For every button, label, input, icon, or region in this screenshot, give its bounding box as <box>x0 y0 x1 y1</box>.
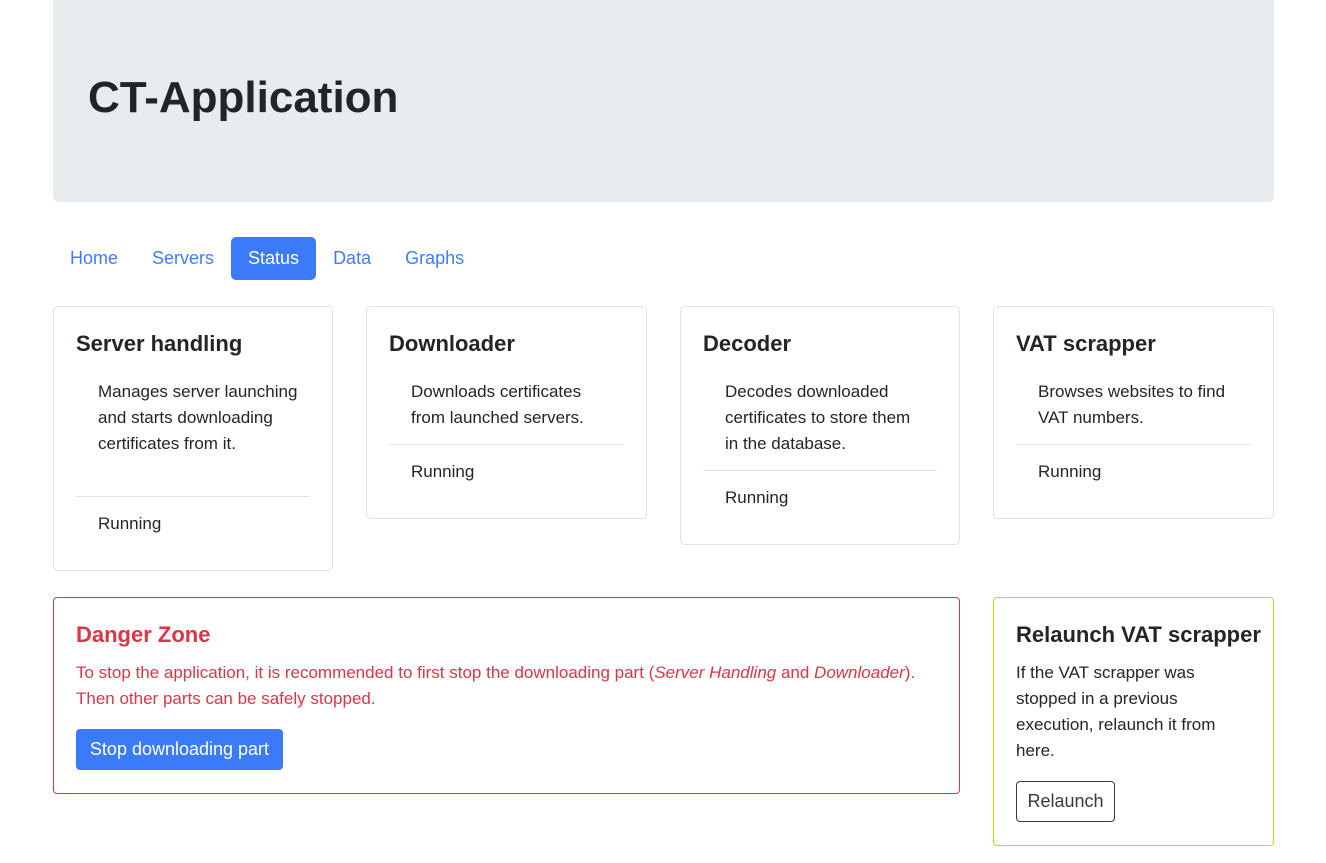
stop-downloading-button[interactable]: Stop downloading part <box>76 729 283 770</box>
relaunch-card: Relaunch VAT scrapper If the VAT scrappe… <box>993 597 1274 846</box>
danger-em-downloader: Downloader <box>814 663 905 682</box>
danger-zone-text: To stop the application, it is recommend… <box>76 660 936 712</box>
nav-graphs[interactable]: Graphs <box>388 237 481 280</box>
relaunch-text: If the VAT scrapper was stopped in a pre… <box>1016 663 1216 760</box>
nav-servers[interactable]: Servers <box>135 237 231 280</box>
card-description: Browses websites to find VAT numbers. <box>1038 382 1226 427</box>
danger-zone-title: Danger Zone <box>76 622 211 647</box>
card-decoder: Decoder Decodes downloaded certificates … <box>680 306 960 545</box>
card-title: Server handling <box>76 331 243 356</box>
card-vat-scrapper: VAT scrapper Browses websites to find VA… <box>993 306 1274 519</box>
danger-text-before: To stop the application, it is recommend… <box>76 663 655 682</box>
card-divider <box>389 444 624 445</box>
card-divider <box>76 496 310 497</box>
card-title: Downloader <box>389 331 515 356</box>
card-title: Decoder <box>703 331 792 356</box>
card-downloader: Downloader Downloads certificates from l… <box>366 306 647 519</box>
danger-zone-card: Danger Zone To stop the application, it … <box>53 597 960 794</box>
card-status: Running <box>725 488 789 507</box>
card-status: Running <box>1038 462 1102 481</box>
card-server-handling: Server handling Manages server launching… <box>53 306 333 571</box>
relaunch-title: Relaunch VAT scrapper <box>1016 622 1261 647</box>
card-title: VAT scrapper <box>1016 331 1156 356</box>
card-description: Downloads certificates from launched ser… <box>411 382 584 427</box>
card-divider <box>1016 444 1251 445</box>
card-divider <box>703 470 937 471</box>
relaunch-button[interactable]: Relaunch <box>1016 781 1115 822</box>
nav-status[interactable]: Status <box>231 237 317 280</box>
header-jumbotron: CT-Application <box>53 0 1274 202</box>
danger-em-server-handling: Server Handling <box>654 663 777 682</box>
card-status: Running <box>411 462 475 481</box>
card-description: Decodes downloaded certificates to store… <box>725 382 911 453</box>
nav-data[interactable]: Data <box>316 237 388 280</box>
card-status: Running <box>98 514 162 533</box>
main-nav: Home Servers Status Data Graphs <box>53 237 481 280</box>
nav-home[interactable]: Home <box>53 237 135 280</box>
card-description: Manages server launching and starts down… <box>98 382 298 453</box>
danger-text-and: and <box>776 663 815 682</box>
app-title: CT-Application <box>88 73 399 122</box>
